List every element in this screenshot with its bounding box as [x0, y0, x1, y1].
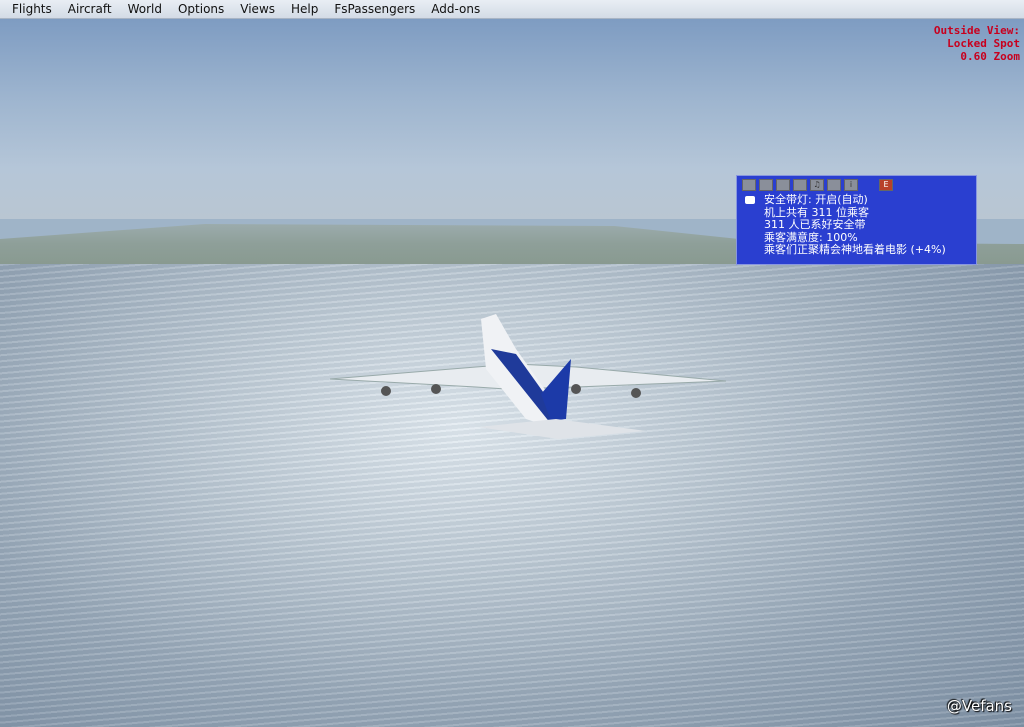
- panel-toolbar: ♫ i E: [737, 176, 976, 194]
- view-status-overlay: Outside View: Locked Spot 0.60 Zoom: [934, 24, 1020, 63]
- passenger-activity: 乘客们正聚精会神地看着电影 (+4%): [764, 243, 946, 256]
- menu-fspassengers[interactable]: FsPassengers: [326, 2, 423, 16]
- fspassengers-panel: ♫ i E 安全带灯: 开启(自动) 机上共有 311 位乘客 311 人已系好…: [736, 175, 977, 265]
- menu-views[interactable]: Views: [232, 2, 283, 16]
- flight-scene-view[interactable]: [0, 19, 1024, 727]
- chart-icon[interactable]: [827, 179, 841, 191]
- view-label: Outside View:: [933, 24, 1020, 37]
- menu-flights[interactable]: Flights: [4, 2, 60, 16]
- e-button[interactable]: E: [879, 179, 893, 191]
- info-icon[interactable]: i: [844, 179, 858, 191]
- folder-icon[interactable]: [759, 179, 773, 191]
- menu-bar: Flights Aircraft World Options Views Hel…: [0, 0, 1024, 19]
- menu-help[interactable]: Help: [283, 2, 326, 16]
- airplane: [329, 314, 727, 439]
- seatbelt-status: 安全带灯: 开启(自动): [764, 193, 868, 206]
- seatbelt-light-icon: [745, 196, 755, 204]
- menu-world[interactable]: World: [120, 2, 170, 16]
- menu-add-ons[interactable]: Add-ons: [423, 2, 488, 16]
- menu-aircraft[interactable]: Aircraft: [60, 2, 120, 16]
- food-icon[interactable]: [776, 179, 790, 191]
- music-icon[interactable]: ♫: [810, 179, 824, 191]
- menu-options[interactable]: Options: [170, 2, 232, 16]
- view-mode: Locked Spot: [947, 37, 1020, 50]
- zoom-level: 0.60 Zoom: [960, 50, 1020, 63]
- belted-count: 311 人已系好安全带: [764, 218, 866, 231]
- printer-icon[interactable]: [793, 179, 807, 191]
- watermark: @Vefans: [946, 697, 1012, 715]
- eye-icon[interactable]: [742, 179, 756, 191]
